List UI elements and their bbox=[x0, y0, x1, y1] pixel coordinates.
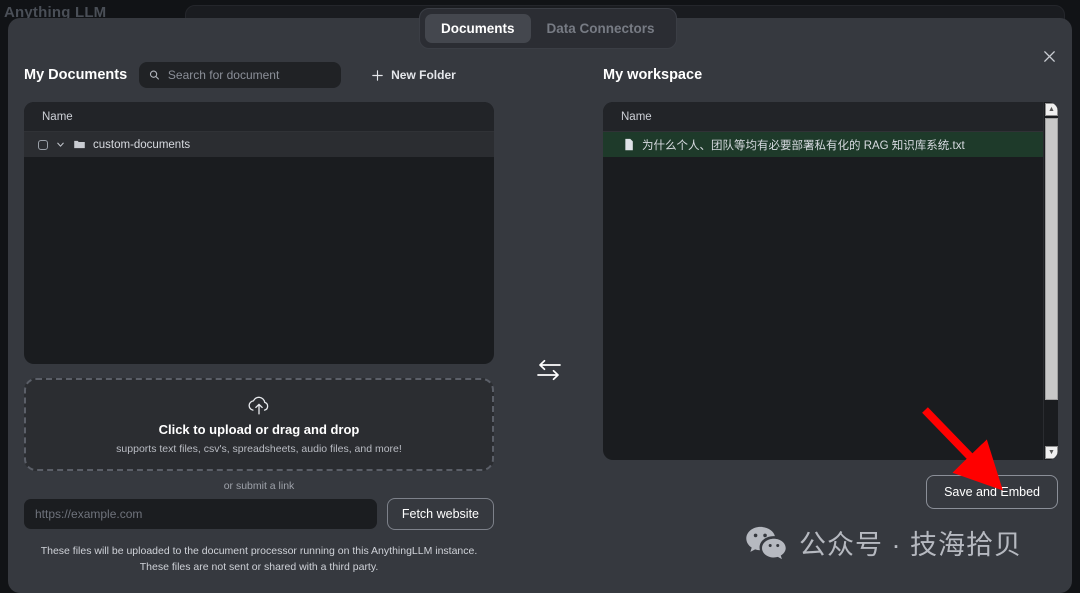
chevron-down-icon bbox=[57, 142, 64, 147]
workspace-column-header: Name bbox=[603, 102, 1058, 132]
disclaimer-line-1: These files will be uploaded to the docu… bbox=[40, 545, 478, 557]
file-icon bbox=[625, 138, 633, 151]
document-manager-modal: Documents Data Connectors My Documents S… bbox=[8, 8, 1072, 593]
table-row[interactable]: custom-documents bbox=[24, 132, 494, 157]
workspace-actions: Save and Embed bbox=[603, 475, 1058, 509]
modal-tab-bar: Documents Data Connectors bbox=[419, 8, 677, 49]
new-folder-label: New Folder bbox=[391, 68, 456, 82]
dropzone-title: Click to upload or drag and drop bbox=[158, 422, 360, 437]
my-documents-title: My Documents bbox=[24, 67, 128, 83]
tab-documents[interactable]: Documents bbox=[425, 14, 531, 43]
folder-icon bbox=[74, 140, 85, 149]
disclaimer-line-2: These files are not sent or shared with … bbox=[139, 560, 379, 573]
workspace-header: My workspace bbox=[603, 58, 1058, 92]
fetch-website-button[interactable]: Fetch website bbox=[386, 498, 494, 530]
scroll-up-icon[interactable]: ▲ bbox=[1045, 103, 1058, 116]
workspace-scrollbar[interactable]: ▲ ▼ bbox=[1043, 102, 1058, 460]
search-box[interactable] bbox=[139, 62, 342, 88]
modal-columns: My Documents New Folder bbox=[8, 58, 1072, 593]
table-row[interactable]: 为什么个人、团队等均有必要部署私有化的 RAG 知识库系统.txt bbox=[603, 132, 1058, 157]
documents-column-header: Name bbox=[24, 102, 494, 132]
submit-link-hint: or submit a link bbox=[223, 480, 295, 492]
save-and-embed-button[interactable]: Save and Embed bbox=[926, 475, 1058, 509]
search-icon bbox=[150, 70, 160, 80]
left-right-arrows-icon[interactable] bbox=[532, 353, 566, 387]
tab-data-connectors[interactable]: Data Connectors bbox=[531, 14, 671, 43]
workspace-column: My workspace Name 为什么个人、团队等均有必要部署私有化的 RA… bbox=[603, 58, 1058, 509]
row-checkbox[interactable] bbox=[38, 139, 48, 150]
url-input[interactable] bbox=[24, 499, 377, 529]
new-folder-button[interactable]: New Folder bbox=[371, 68, 456, 82]
url-submit-row: Fetch website bbox=[24, 498, 494, 530]
my-documents-header: My Documents New Folder bbox=[24, 58, 494, 92]
plus-icon bbox=[372, 69, 383, 81]
workspace-title: My workspace bbox=[603, 67, 703, 83]
my-documents-column: My Documents New Folder bbox=[24, 58, 494, 576]
screenshot-root: Anything LLM Documents Data Connectors M… bbox=[0, 0, 1080, 593]
close-icon[interactable] bbox=[1036, 43, 1062, 69]
search-input[interactable] bbox=[167, 68, 332, 82]
upload-disclaimer: These files will be uploaded to the docu… bbox=[24, 544, 494, 576]
workspace-file-list: Name 为什么个人、团队等均有必要部署私有化的 RAG 知识库系统.txt ▲… bbox=[603, 102, 1058, 460]
folder-label: custom-documents bbox=[93, 138, 191, 151]
cloud-upload-icon bbox=[248, 396, 269, 415]
documents-file-list: Name custom-documents bbox=[24, 102, 494, 364]
workspace-file-label: 为什么个人、团队等均有必要部署私有化的 RAG 知识库系统.txt bbox=[642, 139, 965, 152]
dropzone-subtitle: supports text files, csv's, spreadsheets… bbox=[116, 443, 402, 455]
upload-dropzone[interactable]: Click to upload or drag and drop support… bbox=[24, 378, 494, 471]
scrollbar-thumb[interactable] bbox=[1045, 118, 1058, 400]
scroll-down-icon[interactable]: ▼ bbox=[1045, 446, 1058, 459]
